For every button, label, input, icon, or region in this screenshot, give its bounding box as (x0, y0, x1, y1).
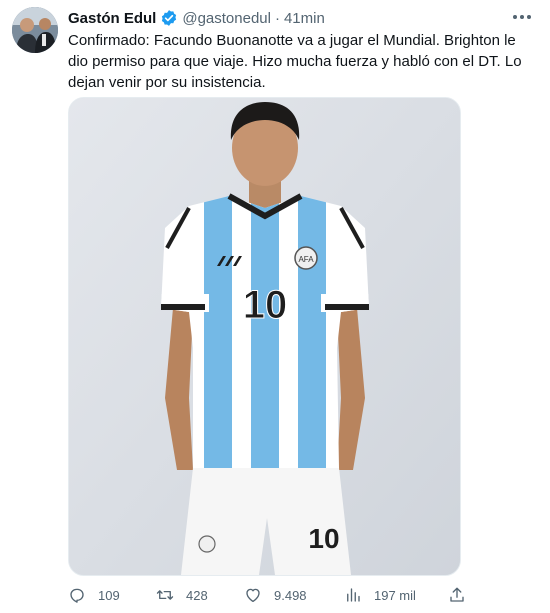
action-bar: 109 428 9.498 197 mil (68, 584, 528, 606)
author-name[interactable]: Gastón Edul (68, 10, 156, 27)
reply-icon (70, 588, 84, 603)
share-button[interactable] (448, 584, 478, 606)
jersey-number: 10 (243, 283, 288, 327)
tweet-photo[interactable]: AFA 10 10 (68, 97, 461, 576)
like-count: 9.498 (274, 587, 307, 603)
tweet-text: Confirmado: Facundo Buonanotte va a juga… (68, 32, 522, 91)
verified-badge-icon (160, 9, 178, 27)
share-icon (450, 587, 464, 602)
reply-button[interactable]: 109 (68, 584, 120, 606)
heart-icon (246, 588, 260, 603)
retweet-count: 428 (186, 587, 208, 603)
views-chart-icon (347, 588, 360, 602)
more-options-icon[interactable] (510, 6, 534, 28)
views-count: 197 mil (374, 587, 416, 603)
like-button[interactable]: 9.498 (244, 584, 307, 606)
author-handle[interactable]: @gastonedul (182, 10, 271, 27)
views-button[interactable]: 197 mil (344, 584, 416, 606)
retweet-icon (156, 590, 174, 600)
tweet: Gastón Edul @gastonedul · 41min Confirma… (0, 0, 550, 613)
tweet-header: Gastón Edul @gastonedul · 41min (68, 8, 325, 28)
timestamp[interactable]: 41min (284, 10, 325, 27)
avatar[interactable] (12, 7, 58, 53)
reply-count: 109 (98, 587, 120, 603)
separator-dot: · (274, 9, 280, 27)
retweet-button[interactable]: 428 (156, 584, 208, 606)
shorts-number: 10 (308, 523, 339, 554)
crest-label: AFA (298, 255, 314, 264)
